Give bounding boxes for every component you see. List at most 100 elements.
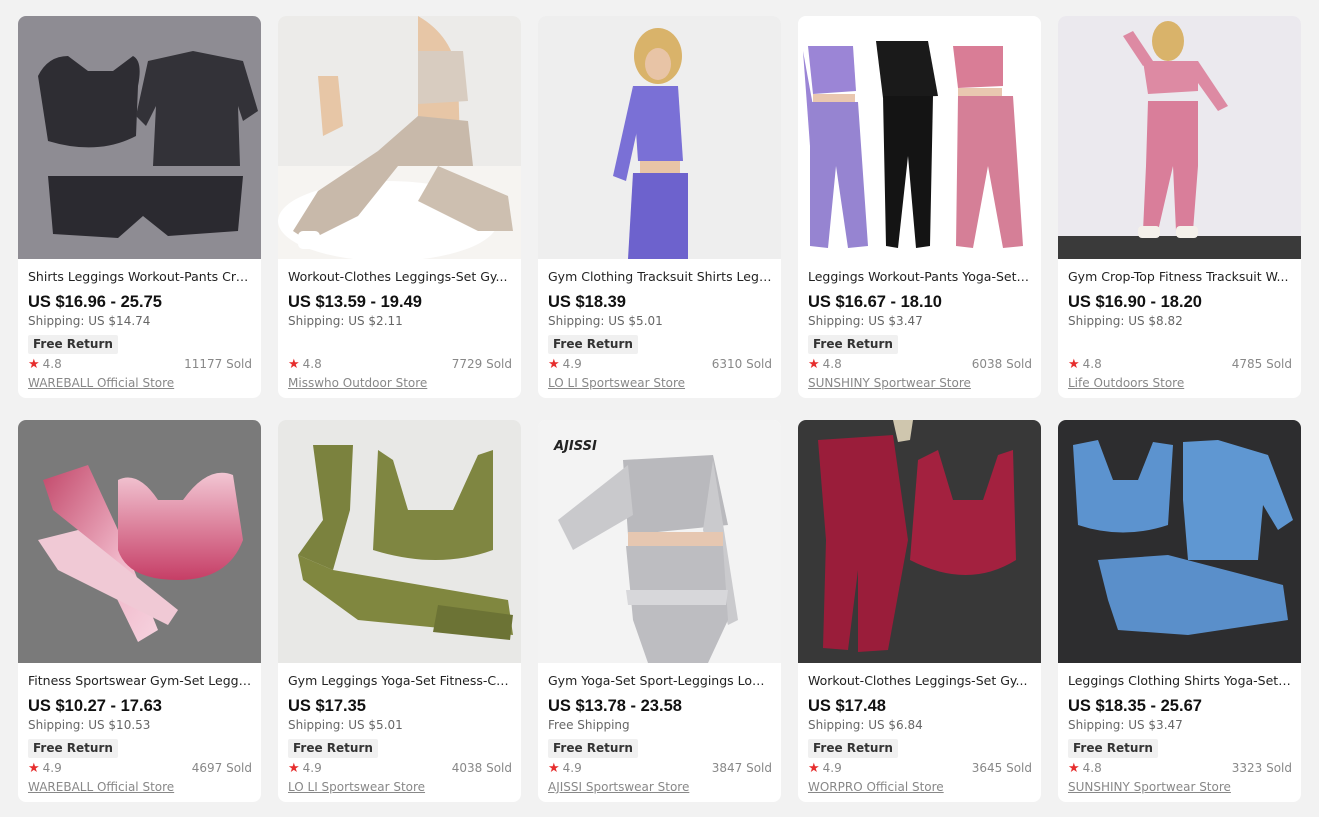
star-icon: ★ [808,357,820,372]
store-link[interactable]: LO LI Sportswear Store [548,376,685,391]
sold-count: 11177 Sold [184,357,252,371]
star-icon: ★ [548,357,560,372]
shipping-cost: Shipping: US $8.82 [1068,314,1183,328]
store-link[interactable]: SUNSHINY Sportwear Store [808,376,971,391]
sold-count: 6310 Sold [711,357,772,371]
product-card[interactable]: Leggings Clothing Shirts Yoga-Set ... US… [1058,420,1301,802]
burgundy-set-photo-icon [798,420,1041,663]
product-price: US $18.35 - 25.67 [1068,697,1202,715]
rating-value: 4.9 [302,761,322,775]
product-price: US $13.78 - 23.58 [548,697,682,715]
store-link[interactable]: SUNSHINY Sportwear Store [1068,780,1231,795]
product-title[interactable]: Leggings Workout-Pants Yoga-Set ... [808,269,1032,285]
product-card[interactable]: Gym Clothing Tracksuit Shirts Legg... US… [538,16,781,398]
product-card[interactable]: Leggings Workout-Pants Yoga-Set ... US $… [798,16,1041,398]
product-price: US $18.39 [548,293,626,311]
product-title[interactable]: Shirts Leggings Workout-Pants Cro... [28,269,252,285]
star-icon: ★ [28,357,40,372]
shipping-cost: Shipping: US $14.74 [28,314,151,328]
star-icon: ★ [288,357,300,372]
store-link[interactable]: WAREBALL Official Store [28,376,174,391]
shipping-cost: Shipping: US $2.11 [288,314,403,328]
blue-set-photo-icon [1058,420,1301,663]
sold-count: 4038 Sold [451,761,512,775]
product-image[interactable] [1058,16,1301,259]
beige-set-model-photo-icon [278,16,521,259]
product-image[interactable] [278,16,521,259]
store-link[interactable]: Misswho Outdoor Store [288,376,427,391]
product-title[interactable]: Gym Yoga-Set Sport-Leggings Long... [548,673,772,689]
product-image[interactable] [538,16,781,259]
product-price: US $10.27 - 17.63 [28,697,162,715]
store-link[interactable]: AJISSI Sportswear Store [548,780,689,795]
product-image[interactable] [798,420,1041,663]
product-card[interactable]: AJISSI Gym Yoga-Set Sport-Leggings Long.… [538,420,781,802]
product-image[interactable] [798,16,1041,259]
product-price: US $16.96 - 25.75 [28,293,162,311]
sold-count: 4697 Sold [191,761,252,775]
sold-count: 3323 Sold [1231,761,1292,775]
product-card[interactable]: Workout-Clothes Leggings-Set Gy... US $1… [798,420,1041,802]
star-icon: ★ [1068,357,1080,372]
product-price: US $16.67 - 18.10 [808,293,942,311]
pink-set-model-photo-icon [1058,16,1301,259]
product-title[interactable]: Gym Crop-Top Fitness Tracksuit W... [1068,269,1292,285]
grey-set-model-photo-icon: AJISSI [538,420,781,663]
store-link[interactable]: WAREBALL Official Store [28,780,174,795]
free-return-badge: Free Return [1068,739,1158,758]
product-card[interactable]: Fitness Sportswear Gym-Set Leggi... US $… [18,420,261,802]
product-title[interactable]: Gym Clothing Tracksuit Shirts Legg... [548,269,772,285]
rating-value: 4.9 [822,761,842,775]
shipping-cost: Shipping: US $5.01 [288,718,403,732]
product-image[interactable] [1058,420,1301,663]
shipping-cost: Shipping: US $3.47 [808,314,923,328]
charcoal-set-photo-icon [18,16,261,259]
product-card[interactable]: Workout-Clothes Leggings-Set Gy... US $1… [278,16,521,398]
sold-count: 3847 Sold [711,761,772,775]
shipping-cost: Shipping: US $5.01 [548,314,663,328]
product-card[interactable]: Gym Leggings Yoga-Set Fitness-Clo... US … [278,420,521,802]
product-price: US $17.35 [288,697,366,715]
sold-count: 3645 Sold [971,761,1032,775]
product-image[interactable]: AJISSI [538,420,781,663]
pink-gradient-set-photo-icon [18,420,261,663]
product-title[interactable]: Workout-Clothes Leggings-Set Gy... [288,269,512,285]
olive-set-photo-icon [278,420,521,663]
free-return-badge: Free Return [808,739,898,758]
star-icon: ★ [288,761,300,776]
product-card[interactable]: Gym Crop-Top Fitness Tracksuit W... US $… [1058,16,1301,398]
three-models-photo-icon [798,16,1041,259]
store-link[interactable]: LO LI Sportswear Store [288,780,425,795]
product-image[interactable] [18,420,261,663]
image-brand-text: AJISSI [553,439,597,454]
rating-value: 4.9 [562,761,582,775]
product-title[interactable]: Workout-Clothes Leggings-Set Gy... [808,673,1032,689]
product-image[interactable] [18,16,261,259]
store-link[interactable]: Life Outdoors Store [1068,376,1184,391]
free-return-badge: Free Return [28,739,118,758]
shipping-cost: Free Shipping [548,718,630,732]
sold-count: 4785 Sold [1231,357,1292,371]
rating-value: 4.8 [302,357,322,371]
star-icon: ★ [548,761,560,776]
rating-value: 4.9 [562,357,582,371]
product-grid: Shirts Leggings Workout-Pants Cro... US … [18,16,1301,802]
free-return-badge: Free Return [288,739,378,758]
free-return-badge: Free Return [28,335,118,354]
rating-value: 4.8 [1082,761,1102,775]
product-price: US $13.59 - 19.49 [288,293,422,311]
sold-count: 7729 Sold [451,357,512,371]
star-icon: ★ [1068,761,1080,776]
product-price: US $16.90 - 18.20 [1068,293,1202,311]
shipping-cost: Shipping: US $10.53 [28,718,151,732]
product-title[interactable]: Leggings Clothing Shirts Yoga-Set ... [1068,673,1292,689]
sold-count: 6038 Sold [971,357,1032,371]
star-icon: ★ [808,761,820,776]
product-title[interactable]: Fitness Sportswear Gym-Set Leggi... [28,673,252,689]
product-image[interactable] [278,420,521,663]
product-card[interactable]: Shirts Leggings Workout-Pants Cro... US … [18,16,261,398]
rating-value: 4.8 [1082,357,1102,371]
store-link[interactable]: WORPRO Official Store [808,780,944,795]
product-title[interactable]: Gym Leggings Yoga-Set Fitness-Clo... [288,673,512,689]
shipping-cost: Shipping: US $6.84 [808,718,923,732]
